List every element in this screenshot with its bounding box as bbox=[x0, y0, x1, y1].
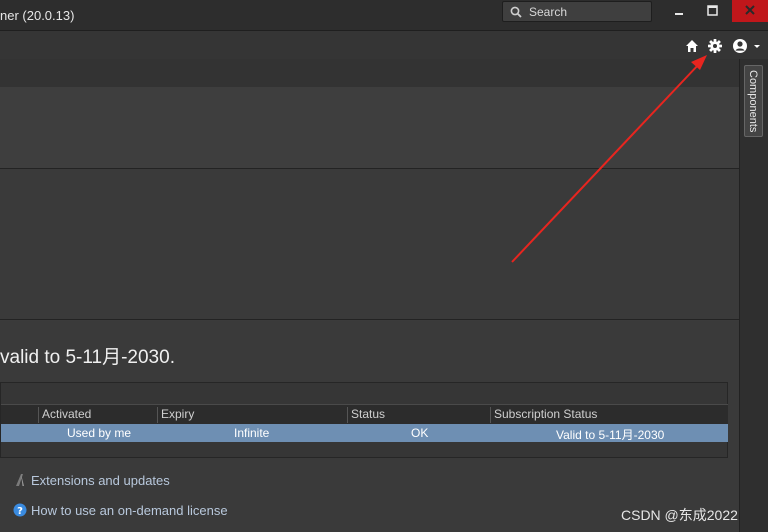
cell-subscription-status: Valid to 5-11月-2030 bbox=[556, 428, 665, 442]
column-header-expiry[interactable]: Expiry bbox=[157, 407, 194, 423]
license-management-content: valid to 5-11月-2030. Activated Expiry St… bbox=[0, 59, 739, 532]
license-table: Activated Expiry Status Subscription Sta… bbox=[0, 382, 728, 458]
maximize-button[interactable] bbox=[697, 0, 729, 22]
column-header-status[interactable]: Status bbox=[347, 407, 385, 423]
minimize-icon bbox=[675, 13, 683, 15]
main-toolbar bbox=[0, 30, 768, 59]
account-panel bbox=[0, 87, 739, 169]
cell-activated: Used by me bbox=[67, 426, 132, 440]
close-icon bbox=[745, 5, 755, 15]
column-header-activated[interactable]: Activated bbox=[38, 407, 91, 423]
help-icon: ? bbox=[13, 503, 27, 517]
cell-status: OK bbox=[411, 426, 429, 440]
components-tab[interactable]: Components bbox=[744, 65, 763, 137]
table-header: Activated Expiry Status Subscription Sta… bbox=[1, 404, 728, 424]
cell-expiry: Infinite bbox=[234, 426, 270, 440]
title-bar: ner (20.0.13) Search bbox=[0, 0, 768, 30]
components-tab-label: Components bbox=[747, 70, 759, 133]
watermark-text: CSDN @东成2022 bbox=[621, 507, 738, 523]
extensions-link-label: Extensions and updates bbox=[31, 473, 170, 488]
extensions-icon bbox=[16, 474, 24, 486]
chevron-down-icon[interactable] bbox=[752, 38, 762, 54]
table-row[interactable]: Used by me Infinite OK Valid to 5-11月-20… bbox=[1, 424, 728, 442]
on-demand-license-link-label: How to use an on-demand license bbox=[31, 503, 228, 518]
search-icon bbox=[510, 6, 522, 18]
search-input[interactable]: Search bbox=[502, 1, 652, 22]
maximize-icon bbox=[707, 5, 718, 16]
close-button[interactable] bbox=[732, 0, 768, 22]
user-account-icon[interactable] bbox=[732, 38, 748, 54]
license-validity-heading: valid to 5-11月-2030. bbox=[0, 347, 175, 368]
gear-icon[interactable] bbox=[707, 38, 723, 54]
right-side-panel: Components bbox=[739, 59, 768, 532]
svg-text:?: ? bbox=[17, 506, 23, 517]
minimize-button[interactable] bbox=[664, 0, 696, 22]
column-header-subscription-status[interactable]: Subscription Status bbox=[490, 407, 597, 423]
home-icon[interactable] bbox=[684, 38, 700, 54]
license-info-panel bbox=[0, 169, 739, 320]
on-demand-license-link[interactable]: ? How to use an on-demand license bbox=[13, 503, 228, 518]
extensions-link[interactable]: Extensions and updates bbox=[13, 473, 170, 488]
search-placeholder: Search bbox=[529, 5, 568, 19]
window-title: ner (20.0.13) bbox=[0, 8, 75, 23]
content-header-band bbox=[0, 59, 739, 87]
